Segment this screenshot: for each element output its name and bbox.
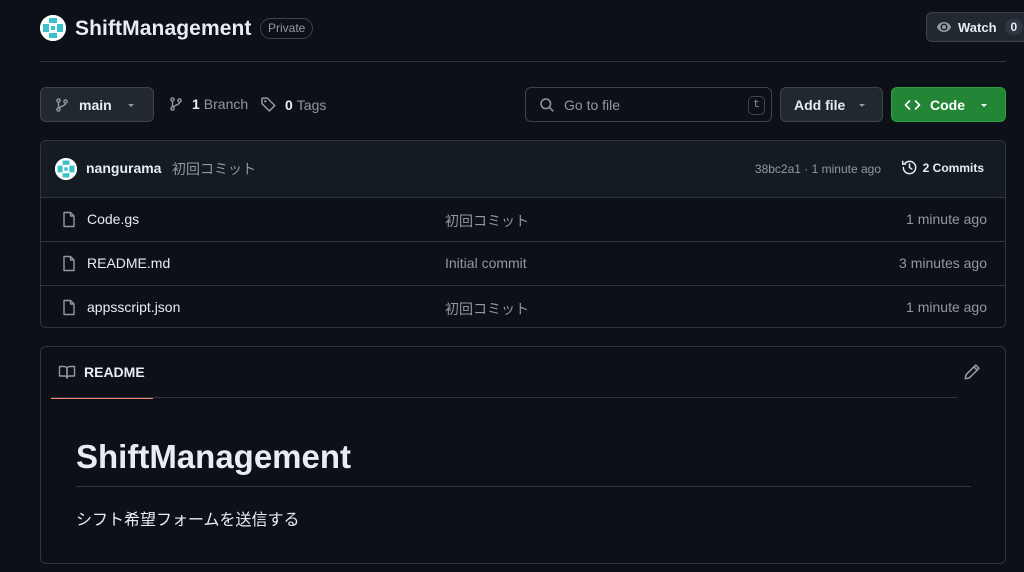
file-commit-message[interactable]: 初回コミット [445,211,529,231]
code-icon [904,97,921,113]
readme-heading: ShiftManagement [76,438,352,475]
visibility-badge: Private [260,18,314,39]
file-icon [61,299,77,316]
commit-hash-time[interactable]: 38bc2a1 · 1 minute ago [755,162,881,176]
branch-count: 1 [192,96,200,112]
file-commit-message[interactable]: Initial commit [445,255,527,271]
commits-count-label: 2 Commits [922,160,984,175]
latest-commit-bar: nangurama 初回コミット 38bc2a1 · 1 minute ago … [41,141,1005,198]
code-button[interactable]: Code [891,87,1006,122]
file-name[interactable]: appsscript.json [87,299,180,315]
tag-count: 0 [285,96,293,113]
header-divider [40,61,1006,62]
file-icon [61,255,77,272]
go-to-file-input[interactable] [564,96,734,113]
eye-icon [936,19,952,35]
caret-down-icon [857,100,867,110]
file-name[interactable]: Code.gs [87,211,139,227]
caret-down-icon [979,100,989,110]
readme-tab-divider [51,397,957,398]
file-row[interactable]: README.md Initial commit 3 minutes ago [41,242,1005,286]
file-commit-time: 1 minute ago [906,211,987,227]
readme-body-text: シフト希望フォームを送信する [76,512,300,529]
commit-author[interactable]: nangurama [86,160,161,176]
code-label: Code [930,96,965,113]
branch-label: Branch [203,96,249,112]
go-to-file-search[interactable]: t [525,87,772,122]
file-name[interactable]: README.md [87,255,170,271]
readme-tab-label: README [84,364,145,380]
file-row[interactable]: Code.gs 初回コミット 1 minute ago [41,198,1005,242]
commit-message[interactable]: 初回コミット [172,159,256,179]
git-branch-icon [54,97,70,113]
file-commit-time: 1 minute ago [906,299,987,315]
watch-count: 0 [1004,19,1024,35]
tag-icon [260,96,277,113]
watch-button[interactable]: Watch 0 [926,12,1024,42]
branches-link[interactable]: 1 Branch [168,96,248,112]
watch-label: Watch [958,19,997,35]
book-icon [58,364,76,380]
pencil-icon[interactable] [963,363,981,381]
file-icon [61,211,77,228]
commits-history-link[interactable]: 2 Commits [901,159,984,176]
branch-name: main [79,96,112,113]
readme-panel: README ShiftManagement シフト希望フォームを送信する [40,346,1006,564]
repo-owner-avatar[interactable] [40,15,66,41]
git-branch-icon [168,96,184,112]
readme-heading-divider [76,486,971,487]
history-icon [901,159,918,176]
search-icon [539,97,555,113]
add-file-label: Add file [794,96,846,113]
commit-author-avatar[interactable] [55,158,77,180]
file-row[interactable]: appsscript.json 初回コミット 1 minute ago [41,286,1005,327]
file-commit-time: 3 minutes ago [899,255,987,271]
tags-link[interactable]: 0 Tags [260,96,326,113]
file-browser: nangurama 初回コミット 38bc2a1 · 1 minute ago … [40,140,1006,328]
repo-title[interactable]: ShiftManagement [75,14,252,44]
add-file-button[interactable]: Add file [780,87,883,122]
file-commit-message[interactable]: 初回コミット [445,299,529,319]
caret-down-icon [126,100,136,110]
tag-label: Tags [296,96,327,113]
search-shortcut-key: t [748,96,765,115]
branch-selector-button[interactable]: main [40,87,154,122]
readme-tab[interactable]: README [51,347,153,399]
